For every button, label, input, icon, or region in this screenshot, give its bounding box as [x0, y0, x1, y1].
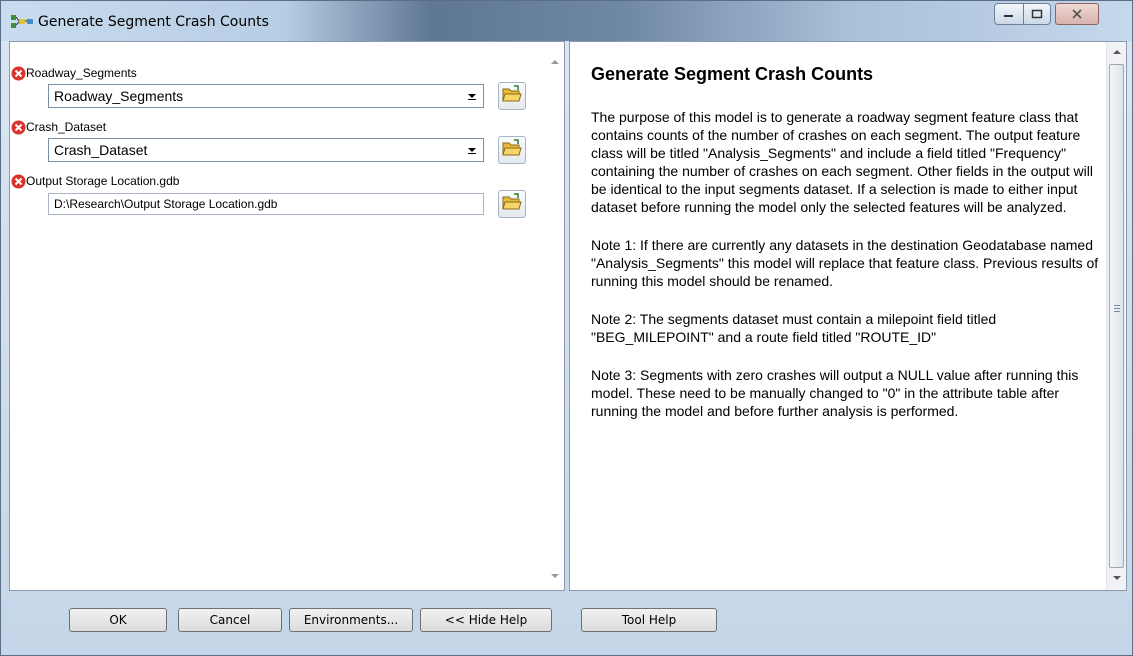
- maximize-icon: [1031, 9, 1043, 19]
- help-title: Generate Segment Crash Counts: [591, 64, 874, 84]
- browse-button[interactable]: [498, 136, 526, 164]
- tool-help-button[interactable]: Tool Help: [581, 608, 717, 632]
- title-bar[interactable]: Generate Segment Crash Counts: [1, 1, 1132, 41]
- environments-button[interactable]: Environments...: [289, 608, 413, 632]
- minimize-icon: [1004, 15, 1013, 17]
- dropdown-value: Crash_Dataset: [54, 142, 148, 158]
- help-paragraph: The purpose of this model is to generate…: [591, 109, 1093, 215]
- parameters-scrollbar[interactable]: [546, 42, 564, 590]
- hide-help-button[interactable]: << Hide Help: [420, 608, 552, 632]
- error-x-icon: [11, 66, 26, 81]
- parameters-pane: Roadway_Segments Roadway_Segments Crash_…: [9, 41, 565, 591]
- error-x-icon: [11, 174, 26, 189]
- input-value: D:\Research\Output Storage Location.gdb: [54, 197, 278, 211]
- ok-button[interactable]: OK: [69, 608, 167, 632]
- crash-dataset-dropdown[interactable]: Crash_Dataset: [48, 138, 484, 162]
- grip-line: [1114, 311, 1120, 312]
- chevron-down-icon[interactable]: [463, 87, 481, 105]
- browse-button[interactable]: [498, 82, 526, 110]
- model-icon: [11, 14, 33, 30]
- help-paragraph: Note 2: The segments dataset must contai…: [591, 311, 997, 345]
- help-paragraph: Note 1: If there are currently any datas…: [591, 237, 1099, 289]
- help-scrollbar[interactable]: [1106, 42, 1126, 590]
- grip-line: [1114, 305, 1120, 306]
- param-label: Output Storage Location.gdb: [26, 174, 180, 188]
- help-content: Generate Segment Crash Counts The purpos…: [591, 64, 1101, 440]
- folder-open-icon: [502, 138, 522, 162]
- error-x-icon: [11, 120, 26, 135]
- minimize-button[interactable]: [994, 3, 1024, 25]
- scroll-up-icon[interactable]: [551, 60, 559, 64]
- scrollbar-thumb[interactable]: [1109, 64, 1124, 568]
- maximize-button[interactable]: [1023, 3, 1051, 25]
- window-title: Generate Segment Crash Counts: [38, 14, 269, 30]
- folder-open-icon: [502, 84, 522, 108]
- param-label: Roadway_Segments: [26, 66, 137, 80]
- grip-line: [1114, 308, 1120, 309]
- output-location-input[interactable]: D:\Research\Output Storage Location.gdb: [48, 193, 484, 215]
- help-paragraph: Note 3: Segments with zero crashes will …: [591, 367, 1079, 419]
- chevron-down-icon[interactable]: [463, 141, 481, 159]
- dropdown-value: Roadway_Segments: [54, 88, 184, 104]
- close-icon: [1072, 9, 1082, 19]
- browse-button[interactable]: [498, 190, 526, 218]
- param-label: Crash_Dataset: [26, 120, 107, 134]
- roadway-segments-dropdown[interactable]: Roadway_Segments: [48, 84, 484, 108]
- tool-dialog-window: Generate Segment Crash Counts Roadway_Se…: [0, 0, 1133, 656]
- help-pane: Generate Segment Crash Counts The purpos…: [569, 41, 1127, 591]
- cancel-button[interactable]: Cancel: [178, 608, 282, 632]
- close-button[interactable]: [1055, 3, 1099, 25]
- scroll-down-icon[interactable]: [551, 574, 559, 578]
- folder-open-icon: [502, 192, 522, 216]
- scroll-down-icon[interactable]: [1113, 576, 1121, 580]
- scroll-up-icon[interactable]: [1113, 50, 1121, 54]
